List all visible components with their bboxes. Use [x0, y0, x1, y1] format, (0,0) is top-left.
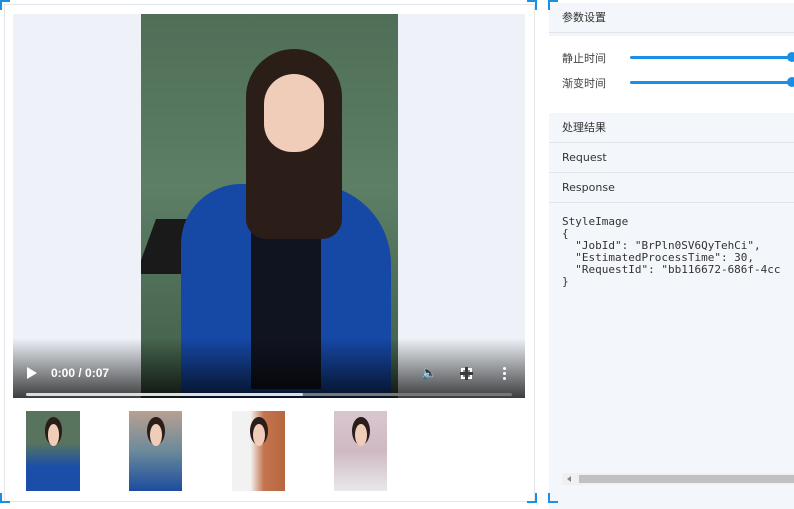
params-title: 参数设置 — [549, 3, 794, 33]
corner-marker — [0, 0, 10, 10]
result-title: 处理结果 — [549, 113, 794, 143]
corner-marker — [548, 493, 558, 503]
fullscreen-icon[interactable] — [460, 367, 473, 380]
app-root: 0:00 / 0:07 🔈 参数设置 静止时间 渐变时间 处理结果 Reques… — [0, 0, 794, 509]
request-tab[interactable]: Request — [549, 143, 794, 173]
face — [264, 74, 324, 152]
seek-bar-fill — [26, 393, 304, 396]
video-controls: 0:00 / 0:07 🔈 — [13, 338, 525, 398]
corner-marker — [527, 493, 537, 503]
thumbnail-3[interactable] — [232, 411, 285, 491]
fade-time-slider[interactable] — [630, 77, 794, 87]
thumbnail-1[interactable] — [26, 411, 80, 491]
still-time-slider[interactable] — [630, 52, 794, 62]
seek-bar[interactable] — [26, 393, 512, 396]
play-icon[interactable] — [27, 367, 37, 379]
volume-icon[interactable]: 🔈 — [421, 366, 437, 381]
response-code-box: StyleImage { "JobId": "BrPln0SV6QyTehCi"… — [549, 203, 794, 473]
corner-marker — [548, 0, 558, 10]
settings-panel: 参数设置 静止时间 渐变时间 处理结果 Request Response Sty… — [549, 3, 794, 509]
response-code: StyleImage { "JobId": "BrPln0SV6QyTehCi"… — [562, 215, 781, 288]
thumbnail-2[interactable] — [129, 411, 182, 491]
params-section: 静止时间 渐变时间 — [549, 36, 794, 113]
video-player[interactable]: 0:00 / 0:07 🔈 — [13, 14, 525, 398]
response-tab[interactable]: Response — [549, 173, 794, 203]
more-options-icon[interactable] — [503, 367, 507, 381]
fade-time-slider-knob[interactable] — [787, 77, 794, 87]
param-label-fade-time: 渐变时间 — [562, 77, 606, 90]
scroll-left-icon[interactable] — [567, 476, 571, 482]
horizontal-scrollbar[interactable] — [562, 473, 794, 485]
corner-marker — [0, 493, 10, 503]
time-display: 0:00 / 0:07 — [51, 366, 110, 380]
thumbnail-4[interactable] — [334, 411, 387, 491]
scrollbar-thumb[interactable] — [579, 475, 794, 483]
corner-marker — [527, 0, 537, 10]
still-time-slider-knob[interactable] — [787, 52, 794, 62]
param-label-still-time: 静止时间 — [562, 52, 606, 65]
